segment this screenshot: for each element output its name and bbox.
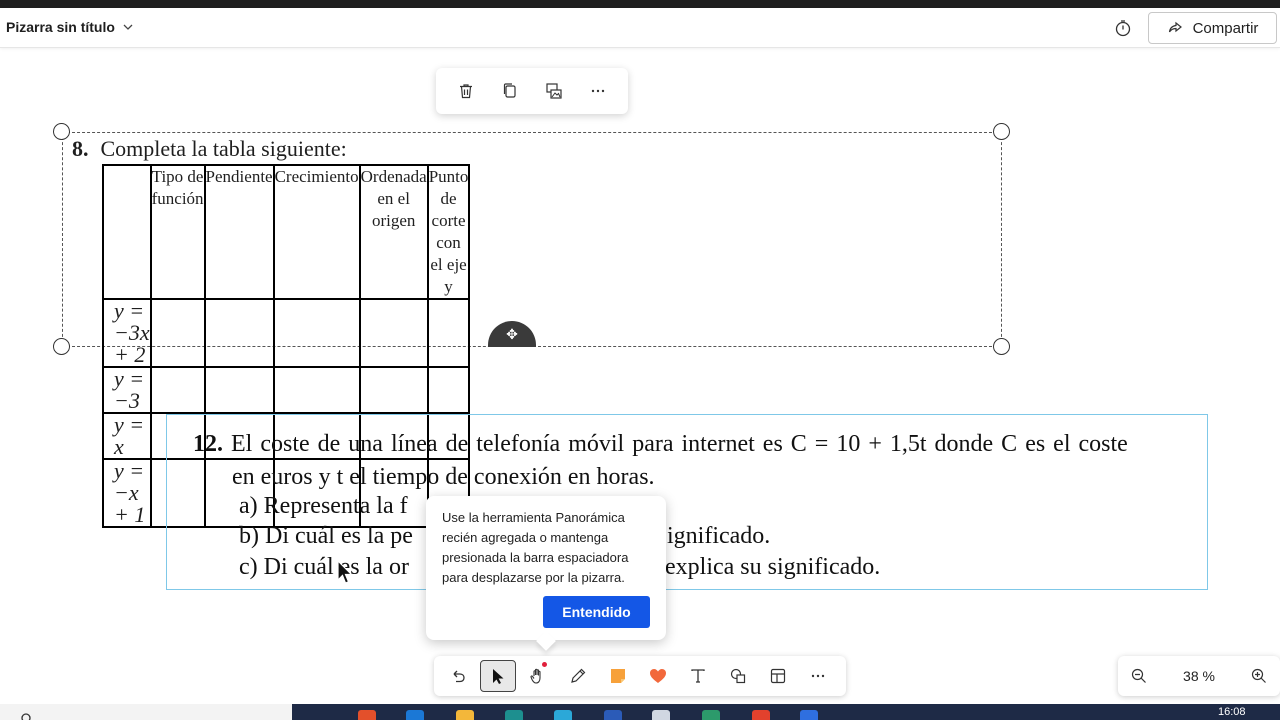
header-ordenada-origen: Ordenada en el origen	[358, 164, 429, 300]
replace-image-button[interactable]	[540, 77, 568, 105]
resize-handle-top-right[interactable]	[993, 123, 1010, 140]
zoom-in-icon[interactable]	[1250, 667, 1268, 685]
taskbar-app-icon[interactable]	[554, 710, 572, 720]
zoom-controls: 38 %	[1118, 656, 1280, 696]
header-crecimiento: Crecimiento	[272, 164, 361, 300]
function-cell: y = −x + 1	[102, 458, 152, 528]
resize-handle-bottom-right[interactable]	[993, 338, 1010, 355]
move-icon: ✥	[506, 327, 518, 343]
more-icon	[811, 674, 825, 678]
delete-icon	[460, 84, 472, 99]
board-title-menu[interactable]: Pizarra sin título	[6, 19, 135, 35]
new-feature-dot	[542, 662, 547, 667]
undo-icon	[453, 670, 465, 683]
templates-icon	[770, 668, 786, 684]
text-tool-button[interactable]	[680, 660, 716, 692]
taskbar-app-icon[interactable]	[702, 710, 720, 720]
taskbar-app-icon[interactable]	[406, 710, 424, 720]
item-prefix: b)	[239, 523, 259, 549]
pen-icon	[571, 668, 586, 683]
sticky-note-icon	[611, 669, 625, 683]
move-handle[interactable]: ✥	[488, 321, 536, 347]
item-prefix: a)	[239, 493, 258, 519]
image-swap-icon	[546, 83, 562, 99]
zoom-out-icon[interactable]	[1130, 667, 1148, 685]
exercise-12-line-2: en euros y t el tiempo de conexión en ho…	[232, 464, 655, 490]
timer-icon[interactable]	[1114, 19, 1132, 37]
exercise-12-item-b: b) Di cuál es la pe	[239, 523, 413, 550]
exercise-8-number: 8.	[72, 136, 89, 161]
share-icon	[1168, 21, 1182, 33]
select-icon	[493, 669, 504, 684]
pan-tool-tooltip: Use la herramienta Panorámica recién agr…	[426, 496, 666, 651]
table-corner-cell	[102, 164, 152, 300]
more-options-button[interactable]	[584, 77, 612, 105]
selection-toolbar	[436, 68, 628, 114]
tooltip-text: Use la herramienta Panorámica recién agr…	[442, 510, 629, 585]
exercise-8-statement: Completa la tabla siguiente:	[100, 136, 347, 161]
mouse-cursor-icon	[337, 560, 353, 584]
pan-tool-button[interactable]	[520, 660, 556, 692]
exercise-12-item-c-tail: explica su significado.	[665, 554, 881, 580]
board-title: Pizarra sin título	[6, 19, 115, 35]
select-tool-button[interactable]	[480, 660, 516, 692]
taskbar-search-box[interactable]	[0, 704, 292, 720]
taskbar-clock[interactable]: 16:08	[1218, 706, 1246, 718]
pan-hand-icon	[530, 668, 541, 684]
taskbar-app-icon[interactable]	[358, 710, 376, 720]
text-icon	[691, 669, 705, 683]
taskbar-app-icon[interactable]	[652, 710, 670, 720]
pen-tool-button[interactable]	[560, 660, 596, 692]
zoom-level[interactable]: 38 %	[1183, 668, 1215, 684]
more-icon	[591, 89, 605, 93]
taskbar-app-icon[interactable]	[752, 710, 770, 720]
exercise-12-line-1: 12. El coste de una línea de telefonía m…	[193, 431, 1128, 458]
taskbar-app-icon[interactable]	[800, 710, 818, 720]
exercise-12-item-c: c) Di cuál es la or	[239, 554, 409, 581]
shapes-icon	[730, 668, 746, 684]
os-taskbar: 16:08	[0, 704, 1280, 720]
shapes-tool-button[interactable]	[720, 660, 756, 692]
share-button[interactable]: Compartir	[1148, 12, 1277, 44]
taskbar-app-icon[interactable]	[505, 710, 523, 720]
search-icon	[21, 713, 31, 720]
table-row: y = −3x + 2	[102, 298, 471, 368]
exercise-12-item-b-tail: ignificado.	[667, 523, 771, 549]
app-header: Pizarra sin título Compartir	[0, 8, 1280, 48]
resize-handle-top-left[interactable]	[53, 123, 70, 140]
reaction-heart-icon	[650, 669, 666, 683]
got-it-button[interactable]: Entendido	[543, 596, 650, 628]
templates-button[interactable]	[760, 660, 796, 692]
sticky-note-button[interactable]	[600, 660, 636, 692]
item-text: Representa la f	[263, 493, 408, 519]
copy-button[interactable]	[496, 77, 524, 105]
exercise-12-number: 12.	[193, 431, 223, 457]
chevron-down-icon	[123, 24, 133, 30]
exercise-8-title: 8. Completa la tabla siguiente:	[72, 136, 347, 162]
tooltip-arrow	[536, 631, 556, 651]
function-cell: y = x	[102, 412, 152, 460]
header-punto-corte: Punto de corte con el eje y	[426, 164, 471, 300]
share-label: Compartir	[1192, 19, 1259, 37]
copy-icon	[503, 83, 516, 98]
more-tools-button[interactable]	[800, 660, 836, 692]
table-row: y = −3	[102, 366, 471, 414]
taskbar-app-icon[interactable]	[456, 710, 474, 720]
window-top-bar	[0, 0, 1280, 8]
exercise-12-item-a: a) Representa la f	[239, 493, 408, 520]
function-cell: y = −3	[102, 366, 152, 414]
item-prefix: c)	[239, 554, 258, 580]
reactions-button[interactable]	[640, 660, 676, 692]
resize-handle-bottom-left[interactable]	[53, 338, 70, 355]
taskbar-app-icon[interactable]	[604, 710, 622, 720]
exercise-12-text-1: El coste de una línea de telefonía móvil…	[231, 431, 1128, 457]
function-cell: y = −3x + 2	[102, 298, 152, 368]
delete-button[interactable]	[452, 77, 480, 105]
undo-button[interactable]	[440, 660, 476, 692]
exercise-12-image[interactable]: 12. El coste de una línea de telefonía m…	[166, 414, 1208, 590]
drawing-toolbar	[434, 656, 846, 696]
item-text: Di cuál es la pe	[265, 523, 413, 549]
header-tipo-funcion: Tipo de función	[149, 164, 206, 300]
header-pendiente: Pendiente	[203, 164, 275, 300]
